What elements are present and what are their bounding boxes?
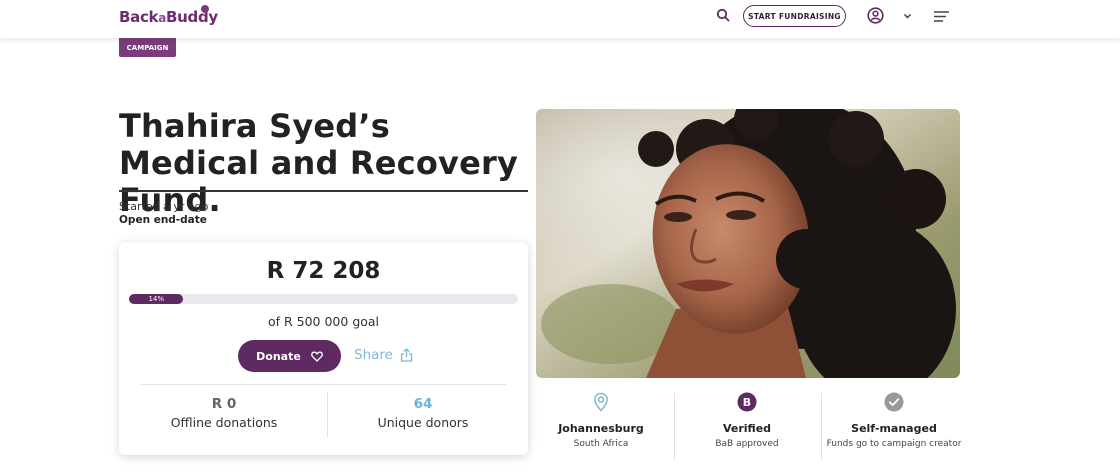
- progress-track: 14%: [129, 294, 518, 304]
- offline-donations-value: R 0: [211, 396, 237, 412]
- donation-card: R 72 208 14% of R 500 000 goal Donate Sh…: [119, 242, 528, 455]
- card-divider: [141, 384, 506, 385]
- verified-subtext: BaB approved: [715, 439, 779, 449]
- progress-label: 14%: [148, 295, 164, 303]
- search-icon[interactable]: [716, 8, 730, 22]
- share-upload-icon: [400, 348, 413, 362]
- user-account-icon[interactable]: [867, 7, 884, 24]
- top-navigation-bar: BackaBuddy START FUNDRAISING: [0, 0, 1120, 38]
- menu-icon[interactable]: [933, 10, 950, 23]
- offline-donations-stat: R 0 Offline donations: [129, 396, 319, 430]
- campaign-tag: CAMPAIGN: [119, 38, 176, 57]
- info-location: Johannesburg South Africa: [532, 392, 670, 451]
- chevron-down-icon[interactable]: [903, 12, 912, 20]
- info-verified: B Verified BaB approved: [678, 392, 816, 451]
- unique-donors-label: Unique donors: [377, 415, 469, 430]
- end-date: Open end-date: [119, 214, 207, 226]
- donate-label: Donate: [256, 349, 301, 363]
- start-fundraising-button[interactable]: START FUNDRAISING: [743, 5, 846, 27]
- campaign-photo: [536, 109, 960, 378]
- info-divider: [821, 393, 822, 460]
- location-city: Johannesburg: [558, 422, 644, 435]
- info-self-managed: Self-managed Funds go to campaign creato…: [825, 392, 963, 451]
- verified-badge-letter: B: [743, 396, 751, 409]
- amount-raised: R 72 208: [266, 258, 381, 284]
- verified-heading: Verified: [722, 422, 772, 435]
- location-pin-icon: [594, 392, 608, 412]
- share-button[interactable]: Share: [354, 347, 413, 363]
- unique-donors-value: 64: [413, 396, 433, 412]
- started-date: Started a yr ago: [119, 200, 209, 213]
- unique-donors-stat: 64 Unique donors: [328, 396, 518, 430]
- progress-fill: 14%: [129, 294, 184, 304]
- self-managed-subtext: Funds go to campaign creator: [826, 439, 962, 449]
- logo-text-a: a: [158, 11, 167, 25]
- heart-icon: [310, 351, 323, 362]
- offline-donations-label: Offline donations: [170, 415, 278, 430]
- verified-b-icon: B: [737, 392, 757, 412]
- share-label: Share: [354, 347, 393, 363]
- logo-text-buddy: Buddy: [166, 8, 218, 26]
- title-divider: [119, 190, 528, 192]
- location-country: South Africa: [573, 439, 629, 449]
- logo-badge-icon: [201, 5, 209, 13]
- self-managed-heading: Self-managed: [851, 422, 937, 435]
- logo-text-back: Back: [119, 8, 159, 26]
- portrait-image: [536, 109, 960, 378]
- goal-text: of R 500 000 goal: [267, 314, 380, 329]
- info-divider: [674, 393, 675, 460]
- check-circle-icon: [884, 392, 904, 412]
- donate-button[interactable]: Donate: [238, 340, 341, 372]
